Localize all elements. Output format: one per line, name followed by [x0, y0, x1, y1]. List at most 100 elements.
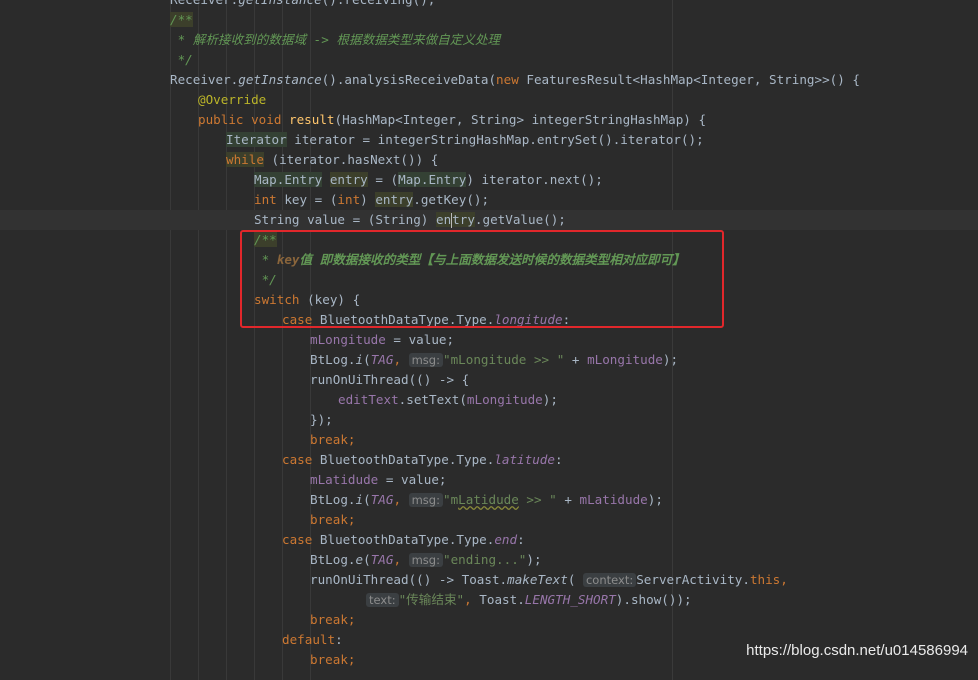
code-token: entry [375, 192, 414, 207]
code-line[interactable]: BtLog.i(TAG, msg: "mLongitude >> " + mLon… [0, 350, 978, 370]
code-token: + [556, 492, 580, 507]
code-token: public void [198, 112, 289, 127]
code-line[interactable]: String value = (String) entry.getValue()… [0, 210, 978, 230]
code-token: try [452, 212, 475, 227]
code-token: (HashMap<Integer, String> integerStringH… [334, 112, 707, 127]
code-token: , [393, 552, 409, 567]
code-token: Map.Entry [254, 172, 323, 187]
code-line[interactable]: public void result(HashMap<Integer, Stri… [0, 110, 978, 130]
code-line[interactable]: break; [0, 430, 978, 450]
code-line[interactable]: Receiver.getInstance().analysisReceiveDa… [0, 70, 978, 90]
code-line[interactable]: Iterator iterator = integerStringHashMap… [0, 130, 978, 150]
code-token: mLatidude [310, 472, 379, 487]
code-token: TAG [370, 352, 394, 367]
code-token: editText [338, 392, 399, 407]
code-line[interactable]: text: "传输结束", Toast.LENGTH_SHORT).show())… [0, 590, 978, 610]
code-line-text: Receiver.getInstance().receiving(); [170, 0, 435, 10]
code-token: * 解析接收到的数据域 -> 根据数据类型来做自定义处理 [170, 32, 501, 47]
code-token: Receiver. [170, 72, 239, 87]
parameter-hint: msg: [408, 493, 443, 507]
code-token: "mLongitude >> " [442, 352, 565, 367]
code-line-text: break; [310, 510, 356, 530]
code-line[interactable]: BtLog.e(TAG, msg: "ending..."); [0, 550, 978, 570]
code-token: , [464, 592, 480, 607]
code-line[interactable]: mLatidude = value; [0, 470, 978, 490]
code-line[interactable]: runOnUiThread(() -> { [0, 370, 978, 390]
parameter-hint: text: [366, 593, 399, 607]
code-token: ); [542, 392, 558, 407]
code-line[interactable]: */ [0, 50, 978, 70]
code-token: "ending..." [442, 552, 527, 567]
code-token: = value; [378, 472, 447, 487]
code-line[interactable]: break; [0, 610, 978, 630]
code-token: en [435, 212, 452, 227]
code-token: ); [662, 352, 679, 367]
code-token: BtLog. [310, 552, 356, 567]
code-token: "传输结束" [398, 592, 465, 607]
code-line[interactable]: case BluetoothDataType.Type.latitude: [0, 450, 978, 470]
code-token: runOnUiThread(() -> { [310, 372, 470, 387]
code-line-text: runOnUiThread(() -> Toast.makeText( cont… [310, 570, 788, 590]
code-token: int [254, 192, 285, 207]
code-token: FeaturesResult<HashMap<Integer, String>>… [526, 72, 861, 87]
code-token: Latidude [458, 492, 519, 507]
code-line-text: @Override [198, 90, 266, 110]
code-line[interactable]: BtLog.i(TAG, msg: "mLatidude >> " + mLati… [0, 490, 978, 510]
code-line[interactable]: runOnUiThread(() -> Toast.makeText( cont… [0, 570, 978, 590]
code-line[interactable]: * 解析接收到的数据域 -> 根据数据类型来做自定义处理 [0, 30, 978, 50]
code-line-text: int key = (int) entry.getKey(); [254, 190, 489, 210]
code-token: TAG [370, 492, 394, 507]
code-line-text: Map.Entry entry = (Map.Entry) iterator.n… [254, 170, 603, 190]
code-token: Iterator [226, 132, 287, 147]
code-token: mLongitude [587, 352, 663, 367]
code-token: this [749, 572, 781, 587]
code-token: Toast. [479, 592, 525, 607]
code-token: latitude [494, 452, 555, 467]
code-token: = ( [367, 172, 399, 187]
code-line[interactable]: while (iterator.hasNext()) { [0, 150, 978, 170]
code-token: /** [170, 12, 193, 27]
code-line-text: Receiver.getInstance().analysisReceiveDa… [170, 70, 860, 90]
code-line[interactable]: editText.setText(mLongitude); [0, 390, 978, 410]
code-line[interactable]: int key = (int) entry.getKey(); [0, 190, 978, 210]
code-line[interactable]: mLongitude = value; [0, 330, 978, 350]
code-token: iterator = integerStringHashMap.entrySet… [286, 132, 704, 147]
code-line[interactable]: @Override [0, 90, 978, 110]
code-line-text: BtLog.e(TAG, msg: "ending..."); [310, 550, 542, 570]
code-token: BtLog. [310, 352, 356, 367]
code-token: break; [310, 432, 356, 447]
code-line[interactable]: Map.Entry entry = (Map.Entry) iterator.n… [0, 170, 978, 190]
code-token: ( [363, 552, 371, 567]
code-token: runOnUiThread(() -> Toast. [310, 572, 508, 587]
code-token: default [282, 632, 336, 647]
code-token: ) [360, 192, 376, 207]
code-line-text: mLongitude = value; [310, 330, 454, 350]
code-line[interactable]: }); [0, 410, 978, 430]
code-line-text: mLatidude = value; [310, 470, 447, 490]
code-token: , [393, 352, 409, 367]
parameter-hint: msg: [408, 353, 443, 367]
code-token: mLatidude [579, 492, 648, 507]
code-token: BluetoothDataType.Type. [319, 452, 495, 467]
code-line-text: * 解析接收到的数据域 -> 根据数据类型来做自定义处理 [170, 30, 501, 50]
code-token: break; [310, 652, 356, 667]
code-token: "m [442, 492, 459, 507]
code-token: case [282, 532, 320, 547]
code-token: = value; [385, 332, 455, 347]
code-line[interactable]: break; [0, 510, 978, 530]
code-line[interactable]: case BluetoothDataType.Type.end: [0, 530, 978, 550]
code-line[interactable]: Receiver.getInstance().receiving(); [0, 0, 978, 10]
code-line-text: */ [170, 50, 193, 70]
code-token: i [355, 492, 364, 507]
parameter-hint: context: [582, 573, 637, 587]
code-line-text: case BluetoothDataType.Type.end: [282, 530, 525, 550]
code-token: ( [363, 352, 371, 367]
code-line-text: break; [310, 430, 356, 450]
code-line[interactable]: /** [0, 10, 978, 30]
code-line-text: break; [310, 650, 356, 670]
code-token: , [393, 492, 409, 507]
code-token: ().receiving(); [322, 0, 436, 7]
code-line-text: public void result(HashMap<Integer, Stri… [198, 110, 706, 130]
code-line-text: editText.setText(mLongitude); [338, 390, 558, 410]
code-token: break; [310, 512, 356, 527]
